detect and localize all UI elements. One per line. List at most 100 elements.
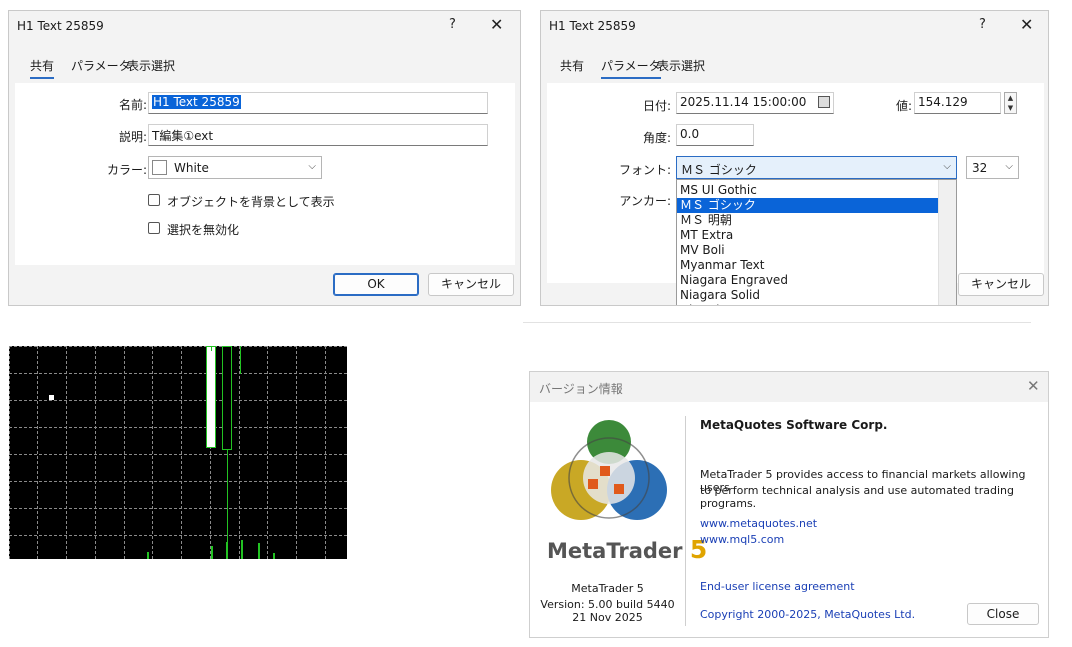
background-checkbox-label: オブジェクトを背景として表示 [167, 195, 335, 209]
volume-bar [273, 553, 275, 559]
about-titlebar: バージョン情報 ✕ [530, 372, 1048, 402]
volume-bar [211, 546, 213, 559]
build-date: 21 Nov 2025 [572, 611, 643, 624]
spinner-down-icon[interactable]: ▼ [1005, 103, 1016, 113]
angle-input-value: 0.0 [680, 127, 700, 141]
close-button[interactable]: Close [967, 603, 1039, 625]
about-dialog: バージョン情報 ✕ MetaTrader 5 MetaTrader 5 Vers… [529, 371, 1049, 638]
close-icon[interactable]: ✕ [490, 15, 503, 34]
value-label: 値: [895, 99, 912, 113]
candle-wick [211, 346, 212, 351]
date-label: 日付: [642, 99, 671, 113]
divider [523, 322, 1031, 323]
ok-button[interactable]: OK [333, 273, 419, 296]
name-label: 名前: [118, 98, 147, 112]
font-option[interactable]: Niagara Solid [677, 288, 938, 303]
font-option[interactable]: Myanmar Text [677, 258, 938, 273]
color-label: カラー: [106, 163, 147, 177]
description-label: 説明: [118, 130, 147, 144]
tab-content-panel: 名前: H1 Text 25859 説明: T編集①ext カラー: White… [15, 83, 515, 265]
scrollbar[interactable] [938, 180, 956, 305]
product-name: MetaTrader 5 [571, 582, 644, 595]
font-option[interactable]: MT Extra [677, 228, 938, 243]
font-size-value: 32 [972, 161, 988, 175]
logo-wordmark: MetaTrader 5 [547, 535, 707, 564]
font-select-value: ＭＳ ゴシック [681, 163, 757, 177]
font-label: フォント: [618, 163, 671, 177]
candle-wick [240, 346, 241, 374]
dialog-titlebar: H1 Text 25859 ? ✕ [9, 11, 520, 41]
value-input-value: 154.129 [918, 95, 968, 109]
tab-common[interactable]: 共有 [560, 57, 584, 77]
link-metaquotes[interactable]: www.metaquotes.net [700, 517, 817, 530]
tab-content-panel: 日付: 2025.11.14 15:00:00 値: 154.129 ▲ ▼ 角… [547, 83, 1044, 305]
chevron-down-icon: ⌵ [308, 161, 316, 172]
vertical-divider [685, 416, 686, 626]
description-line-2: to perform technical analysis and use au… [700, 484, 1014, 510]
about-title: バージョン情報 [539, 382, 623, 396]
date-input-value: 2025.11.14 15:00:00 [680, 95, 807, 109]
background-checkbox[interactable] [148, 194, 160, 206]
metatrader-logo-icon [551, 420, 667, 520]
color-select[interactable]: White ⌵ [148, 156, 322, 179]
dialog-titlebar: H1 Text 25859 ? ✕ [541, 11, 1048, 41]
font-select[interactable]: ＭＳ ゴシック ⌵ [676, 156, 957, 179]
volume-bar [258, 543, 260, 559]
font-option[interactable]: MS UI Gothic [677, 183, 938, 198]
description-input[interactable]: T編集①ext [148, 124, 488, 146]
logo-text: MetaTrader [547, 539, 683, 563]
description-input-value: T編集①ext [152, 129, 214, 143]
object-properties-dialog-parameters: H1 Text 25859 ? ✕ 共有 パラメータ 表示選択 日付: 2025… [540, 10, 1049, 306]
font-option-list: MS UI Gothic ＭＳ ゴシック ＭＳ 明朝 MT Extra MV Boli M… [677, 183, 938, 305]
value-spinner[interactable]: ▲ ▼ [1004, 92, 1017, 114]
link-mql5[interactable]: www.mql5.com [700, 533, 784, 546]
volume-bar [147, 552, 149, 559]
version-text: Version: 5.00 build 5440 [540, 598, 675, 611]
close-icon[interactable]: ✕ [1020, 15, 1033, 34]
cancel-button[interactable]: キャンセル [958, 273, 1044, 296]
tab-visualization[interactable]: 表示選択 [657, 57, 705, 77]
anchor-label: アンカー: [619, 194, 671, 208]
font-size-select[interactable]: 32 ⌵ [966, 156, 1019, 179]
tab-parameters[interactable]: パラメータ [71, 57, 131, 77]
font-dropdown-list[interactable]: MS UI Gothic ＭＳ ゴシック ＭＳ 明朝 MT Extra MV Boli M… [676, 179, 957, 305]
angle-label: 角度: [642, 131, 671, 145]
font-option[interactable]: ＭＳ ゴシック [677, 198, 938, 213]
spinner-up-icon[interactable]: ▲ [1005, 93, 1016, 103]
volume-bar [241, 540, 243, 559]
chevron-down-icon: ⌵ [1005, 161, 1013, 172]
cancel-button[interactable]: キャンセル [428, 273, 514, 296]
value-input[interactable]: 154.129 [914, 92, 1001, 114]
chevron-down-icon: ⌵ [943, 161, 951, 172]
price-chart[interactable] [9, 346, 347, 559]
name-input-value: H1 Text 25859 [152, 95, 241, 109]
font-option[interactable]: ＭＳ 明朝 [677, 213, 938, 228]
volume-bar [226, 542, 228, 559]
dialog-title: H1 Text 25859 [17, 19, 104, 33]
help-button[interactable]: ? [449, 17, 456, 32]
color-select-value: White [174, 161, 209, 175]
disable-selection-checkbox[interactable] [148, 222, 160, 234]
font-option[interactable]: Niagara Engraved [677, 273, 938, 288]
font-option[interactable]: Nirmala Text [677, 303, 938, 305]
angle-input[interactable]: 0.0 [676, 124, 754, 146]
color-swatch [152, 160, 167, 175]
calendar-icon[interactable] [818, 96, 830, 108]
font-option[interactable]: MV Boli [677, 243, 938, 258]
tab-common[interactable]: 共有 [30, 57, 55, 79]
candle-body [222, 346, 232, 450]
close-icon[interactable]: ✕ [1027, 377, 1040, 395]
tab-visualization[interactable]: 表示選択 [127, 57, 175, 77]
object-properties-dialog-common: H1 Text 25859 ? ✕ 共有 パラメータ 表示選択 名前: H1 T… [8, 10, 521, 306]
date-input[interactable]: 2025.11.14 15:00:00 [676, 92, 834, 114]
copyright-text: Copyright 2000-2025, MetaQuotes Ltd. [700, 608, 916, 621]
company-name: MetaQuotes Software Corp. [700, 418, 888, 432]
dialog-title: H1 Text 25859 [549, 19, 636, 33]
candle-body [206, 346, 216, 448]
eula-link[interactable]: End-user license agreement [700, 580, 855, 593]
disable-selection-checkbox-label: 選択を無効化 [167, 223, 240, 237]
tab-parameters[interactable]: パラメータ [601, 57, 661, 79]
name-input[interactable]: H1 Text 25859 [148, 92, 488, 114]
text-object-marker[interactable] [49, 395, 54, 400]
help-button[interactable]: ? [979, 17, 986, 32]
